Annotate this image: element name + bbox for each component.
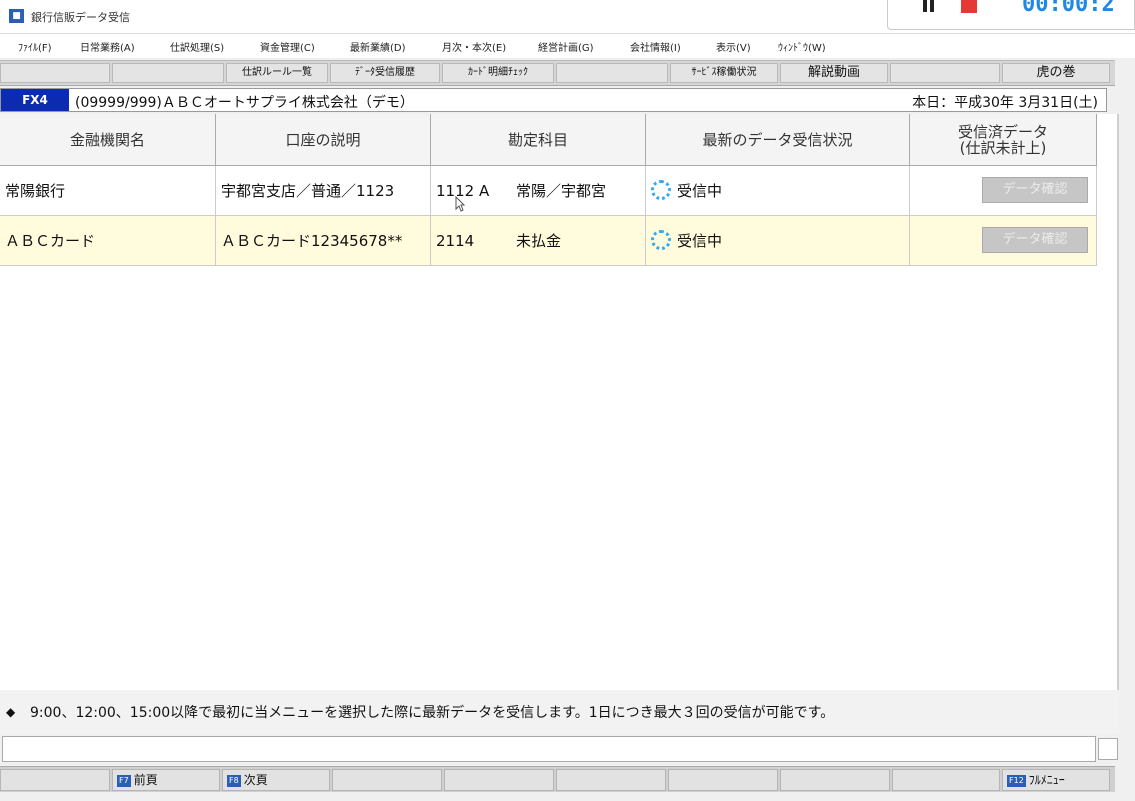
menu-file[interactable]: ﾌｧｲﾙ(F) xyxy=(18,39,52,54)
prev-page-label: 前頁 xyxy=(133,773,158,787)
toolbar-blank-1 xyxy=(0,63,110,83)
f12-key-icon: F12 xyxy=(1007,774,1026,787)
description-cell: ＡＢＣカード12345678** xyxy=(216,216,431,266)
menu-performance[interactable]: 最新業績(D) xyxy=(350,39,406,54)
full-menu-button[interactable]: F12 ﾌﾙﾒﾆｭｰ xyxy=(1002,769,1110,791)
stop-icon[interactable] xyxy=(961,0,977,13)
menu-company[interactable]: 会社情報(I) xyxy=(630,39,681,54)
fkey-blank-3 xyxy=(444,769,554,791)
status-text: 受信中 xyxy=(677,232,723,250)
menu-daily[interactable]: 日常業務(A) xyxy=(80,39,135,54)
menu-monthly[interactable]: 月次・本次(E) xyxy=(442,39,506,54)
account-name: 未払金 xyxy=(516,232,562,250)
next-page-label: 次頁 xyxy=(243,773,268,787)
data-confirm-button[interactable]: データ確認 xyxy=(982,227,1088,253)
institution-cell: ＡＢＣカード xyxy=(0,216,216,266)
account-code: 2114 xyxy=(436,232,475,250)
toolbar-blank-4 xyxy=(890,63,1000,83)
account-code: 1112 A xyxy=(436,182,490,200)
toolbar: 仕訳ルール一覧 ﾃﾞｰﾀ受信履歴 ｶｰﾄﾞ明細ﾁｪｯｸ ｻｰﾋﾞｽ稼働状況 解説… xyxy=(0,60,1115,86)
note-text: 9:00、12:00、15:00以降で最初に当メニューを選択した際に最新データを… xyxy=(30,705,835,721)
f8-key-icon: F8 xyxy=(227,774,241,787)
status-text: 受信中 xyxy=(677,182,723,200)
function-key-bar: F7 前頁 F8 次頁 F12 ﾌﾙﾒﾆｭｰ xyxy=(0,766,1115,792)
data-confirm-button[interactable]: データ確認 xyxy=(982,177,1088,203)
toolbar-blank-2 xyxy=(112,63,224,83)
menu-window[interactable]: ｳｨﾝﾄﾞｳ(W) xyxy=(778,39,826,54)
menu-view[interactable]: 表示(V) xyxy=(716,39,751,54)
table-header: 金融機関名 口座の説明 勘定科目 最新のデータ受信状況 受信済データ (仕訳未計… xyxy=(0,114,1097,166)
mouse-cursor-icon xyxy=(455,196,465,212)
service-status-button[interactable]: ｻｰﾋﾞｽ稼働状況 xyxy=(670,63,778,83)
header-account: 勘定科目 xyxy=(431,114,646,166)
loading-spinner-icon xyxy=(651,230,671,250)
full-menu-label: ﾌﾙﾒﾆｭｰ xyxy=(1028,773,1065,787)
account-name: 常陽／宇都宮 xyxy=(516,182,607,200)
recorder-widget: 00:00:2 xyxy=(887,0,1135,30)
card-check-button[interactable]: ｶｰﾄﾞ明細ﾁｪｯｸ xyxy=(442,63,554,83)
today-date: 本日：平成30年 3月31日(土) xyxy=(912,95,1098,111)
header-received: 受信済データ (仕訳未計上) xyxy=(910,114,1097,166)
recording-timer: 00:00:2 xyxy=(1022,0,1115,17)
fkey-blank-7 xyxy=(892,769,1000,791)
app-icon: ■ xyxy=(9,9,24,23)
journal-rules-button[interactable]: 仕訳ルール一覧 xyxy=(226,63,328,83)
fkey-blank-4 xyxy=(556,769,666,791)
institution-cell: 常陽銀行 xyxy=(0,166,216,216)
company-name: (09999/999)ＡＢＣオートサプライ株式会社（デモ） xyxy=(75,95,414,111)
next-page-button[interactable]: F8 次頁 xyxy=(222,769,330,791)
side-box xyxy=(1098,738,1118,760)
company-bar: FX4 (09999/999)ＡＢＣオートサプライ株式会社（デモ） 本日：平成3… xyxy=(0,88,1107,112)
table-row[interactable]: 常陽銀行 宇都宮支店／普通／1123 1112 A 常陽／宇都宮 受信中 データ確… xyxy=(0,166,1097,216)
fkey-blank-2 xyxy=(332,769,442,791)
window-title: 銀行信販データ受信 xyxy=(31,11,130,24)
pause-icon[interactable] xyxy=(923,0,935,14)
menu-bar: ﾌｧｲﾙ(F) 日常業務(A) 仕訳処理(S) 資金管理(C) 最新業績(D) … xyxy=(0,34,1135,58)
header-description: 口座の説明 xyxy=(216,114,431,166)
prev-page-button[interactable]: F7 前頁 xyxy=(112,769,220,791)
loading-spinner-icon xyxy=(651,180,671,200)
toolbar-blank-3 xyxy=(556,63,668,83)
tora-button[interactable]: 虎の巻 xyxy=(1002,63,1110,83)
received-cell: データ確認 xyxy=(910,216,1097,266)
menu-journal[interactable]: 仕訳処理(S) xyxy=(170,39,224,54)
description-cell: 宇都宮支店／普通／1123 xyxy=(216,166,431,216)
fkey-blank-1 xyxy=(0,769,110,791)
company-code: FX4 xyxy=(1,89,69,111)
header-status: 最新のデータ受信状況 xyxy=(646,114,910,166)
account-table: 金融機関名 口座の説明 勘定科目 最新のデータ受信状況 受信済データ (仕訳未計… xyxy=(0,114,1119,690)
table-row[interactable]: ＡＢＣカード ＡＢＣカード12345678** 2114 未払金 受信中 データ確… xyxy=(0,216,1097,266)
info-note: ◆ 9:00、12:00、15:00以降で最初に当メニューを選択した際に最新デー… xyxy=(0,690,1119,734)
diamond-icon: ◆ xyxy=(6,705,16,719)
status-cell: 受信中 xyxy=(646,216,910,266)
receive-history-button[interactable]: ﾃﾞｰﾀ受信履歴 xyxy=(330,63,440,83)
status-cell: 受信中 xyxy=(646,166,910,216)
header-institution: 金融機関名 xyxy=(0,114,216,166)
video-button[interactable]: 解説動画 xyxy=(780,63,888,83)
menu-planning[interactable]: 経営計画(G) xyxy=(538,39,594,54)
menu-funds[interactable]: 資金管理(C) xyxy=(260,39,315,54)
message-field[interactable] xyxy=(2,736,1096,762)
account-cell: 2114 未払金 xyxy=(431,216,646,266)
received-cell: データ確認 xyxy=(910,166,1097,216)
fkey-blank-6 xyxy=(780,769,890,791)
fkey-blank-5 xyxy=(668,769,778,791)
header-received-label: 受信済データ (仕訳未計上) xyxy=(957,123,1048,157)
f7-key-icon: F7 xyxy=(117,774,131,787)
